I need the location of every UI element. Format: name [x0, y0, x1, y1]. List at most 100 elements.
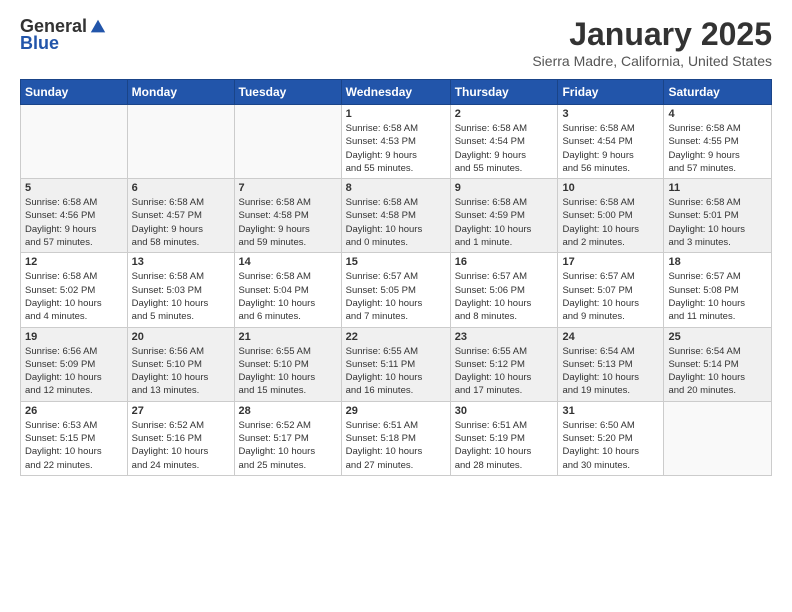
- day-number: 22: [346, 331, 446, 343]
- day-number: 31: [562, 405, 659, 417]
- calendar-cell: 24 Sunrise: 6:54 AM Sunset: 5:13 PM Dayli…: [558, 327, 664, 401]
- day-info: Sunrise: 6:57 AM Sunset: 5:06 PM Dayligh…: [455, 270, 554, 323]
- header: General Blue January 2025 Sierra Madre, …: [20, 16, 772, 69]
- day-info: Sunrise: 6:58 AM Sunset: 5:03 PM Dayligh…: [132, 270, 230, 323]
- calendar-cell: 17 Sunrise: 6:57 AM Sunset: 5:07 PM Dayli…: [558, 253, 664, 327]
- logo-icon: [89, 18, 107, 36]
- day-number: 14: [239, 256, 337, 268]
- calendar-week-row: 5 Sunrise: 6:58 AM Sunset: 4:56 PM Daylig…: [21, 179, 772, 253]
- day-info: Sunrise: 6:58 AM Sunset: 4:54 PM Dayligh…: [562, 122, 659, 175]
- day-number: 16: [455, 256, 554, 268]
- calendar-cell: [21, 105, 128, 179]
- weekday-header-row: Sunday Monday Tuesday Wednesday Thursday…: [21, 80, 772, 105]
- day-info: Sunrise: 6:57 AM Sunset: 5:05 PM Dayligh…: [346, 270, 446, 323]
- day-info: Sunrise: 6:55 AM Sunset: 5:12 PM Dayligh…: [455, 345, 554, 398]
- day-info: Sunrise: 6:58 AM Sunset: 4:57 PM Dayligh…: [132, 196, 230, 249]
- calendar-cell: 25Sunrise: 6:54 AM Sunset: 5:14 PM Dayli…: [664, 327, 772, 401]
- calendar-cell: 14 Sunrise: 6:58 AM Sunset: 5:04 PM Dayli…: [234, 253, 341, 327]
- day-info: Sunrise: 6:58 AM Sunset: 5:01 PM Dayligh…: [668, 196, 767, 249]
- day-info: Sunrise: 6:58 AM Sunset: 4:53 PM Dayligh…: [346, 122, 446, 175]
- calendar-cell: 30 Sunrise: 6:51 AM Sunset: 5:19 PM Dayli…: [450, 401, 558, 475]
- day-info: Sunrise: 6:51 AM Sunset: 5:19 PM Dayligh…: [455, 419, 554, 472]
- day-number: 13: [132, 256, 230, 268]
- calendar-cell: [127, 105, 234, 179]
- location-title: Sierra Madre, California, United States: [532, 53, 772, 69]
- day-number: 6: [132, 182, 230, 194]
- day-info: Sunrise: 6:58 AM Sunset: 5:04 PM Dayligh…: [239, 270, 337, 323]
- day-info: Sunrise: 6:58 AM Sunset: 4:56 PM Dayligh…: [25, 196, 123, 249]
- day-number: 15: [346, 256, 446, 268]
- day-number: 27: [132, 405, 230, 417]
- day-info: Sunrise: 6:58 AM Sunset: 4:55 PM Dayligh…: [668, 122, 767, 175]
- calendar-cell: 11 Sunrise: 6:58 AM Sunset: 5:01 PM Dayli…: [664, 179, 772, 253]
- calendar-cell: [234, 105, 341, 179]
- calendar-table: Sunday Monday Tuesday Wednesday Thursday…: [20, 79, 772, 476]
- day-number: 11: [668, 182, 767, 194]
- day-info: Sunrise: 6:52 AM Sunset: 5:16 PM Dayligh…: [132, 419, 230, 472]
- calendar-cell: 9 Sunrise: 6:58 AM Sunset: 4:59 PM Daylig…: [450, 179, 558, 253]
- calendar-week-row: 26 Sunrise: 6:53 AM Sunset: 5:15 PM Dayli…: [21, 401, 772, 475]
- day-info: Sunrise: 6:55 AM Sunset: 5:10 PM Dayligh…: [239, 345, 337, 398]
- calendar-cell: 4 Sunrise: 6:58 AM Sunset: 4:55 PM Daylig…: [664, 105, 772, 179]
- day-info: Sunrise: 6:58 AM Sunset: 4:58 PM Dayligh…: [346, 196, 446, 249]
- month-title: January 2025: [532, 16, 772, 53]
- calendar-cell: 13 Sunrise: 6:58 AM Sunset: 5:03 PM Dayli…: [127, 253, 234, 327]
- day-number: 23: [455, 331, 554, 343]
- calendar-cell: 27 Sunrise: 6:52 AM Sunset: 5:16 PM Dayli…: [127, 401, 234, 475]
- calendar-cell: 16 Sunrise: 6:57 AM Sunset: 5:06 PM Dayli…: [450, 253, 558, 327]
- day-number: 3: [562, 108, 659, 120]
- calendar-week-row: 1Sunrise: 6:58 AM Sunset: 4:53 PM Daylig…: [21, 105, 772, 179]
- calendar-cell: 28 Sunrise: 6:52 AM Sunset: 5:17 PM Dayli…: [234, 401, 341, 475]
- day-number: 28: [239, 405, 337, 417]
- calendar-cell: 18 Sunrise: 6:57 AM Sunset: 5:08 PM Dayli…: [664, 253, 772, 327]
- day-info: Sunrise: 6:58 AM Sunset: 4:54 PM Dayligh…: [455, 122, 554, 175]
- day-number: 9: [455, 182, 554, 194]
- day-number: 17: [562, 256, 659, 268]
- calendar-cell: 12Sunrise: 6:58 AM Sunset: 5:02 PM Dayli…: [21, 253, 128, 327]
- header-tuesday: Tuesday: [234, 80, 341, 105]
- day-info: Sunrise: 6:53 AM Sunset: 5:15 PM Dayligh…: [25, 419, 123, 472]
- header-wednesday: Wednesday: [341, 80, 450, 105]
- calendar-cell: 29 Sunrise: 6:51 AM Sunset: 5:18 PM Dayli…: [341, 401, 450, 475]
- day-number: 2: [455, 108, 554, 120]
- calendar-cell: 10Sunrise: 6:58 AM Sunset: 5:00 PM Dayli…: [558, 179, 664, 253]
- day-info: Sunrise: 6:58 AM Sunset: 4:58 PM Dayligh…: [239, 196, 337, 249]
- day-info: Sunrise: 6:50 AM Sunset: 5:20 PM Dayligh…: [562, 419, 659, 472]
- calendar-cell: 15 Sunrise: 6:57 AM Sunset: 5:05 PM Dayli…: [341, 253, 450, 327]
- day-info: Sunrise: 6:58 AM Sunset: 5:00 PM Dayligh…: [562, 196, 659, 249]
- calendar-cell: 2 Sunrise: 6:58 AM Sunset: 4:54 PM Daylig…: [450, 105, 558, 179]
- calendar-cell: 21 Sunrise: 6:55 AM Sunset: 5:10 PM Dayli…: [234, 327, 341, 401]
- day-info: Sunrise: 6:58 AM Sunset: 4:59 PM Dayligh…: [455, 196, 554, 249]
- calendar-cell: 23 Sunrise: 6:55 AM Sunset: 5:12 PM Dayli…: [450, 327, 558, 401]
- day-number: 25: [668, 331, 767, 343]
- day-info: Sunrise: 6:55 AM Sunset: 5:11 PM Dayligh…: [346, 345, 446, 398]
- day-number: 4: [668, 108, 767, 120]
- day-number: 21: [239, 331, 337, 343]
- day-number: 20: [132, 331, 230, 343]
- logo: General Blue: [20, 16, 107, 54]
- calendar-cell: 6 Sunrise: 6:58 AM Sunset: 4:57 PM Daylig…: [127, 179, 234, 253]
- day-number: 26: [25, 405, 123, 417]
- header-thursday: Thursday: [450, 80, 558, 105]
- day-number: 29: [346, 405, 446, 417]
- title-section: January 2025 Sierra Madre, California, U…: [532, 16, 772, 69]
- header-friday: Friday: [558, 80, 664, 105]
- header-saturday: Saturday: [664, 80, 772, 105]
- day-info: Sunrise: 6:52 AM Sunset: 5:17 PM Dayligh…: [239, 419, 337, 472]
- day-number: 30: [455, 405, 554, 417]
- header-monday: Monday: [127, 80, 234, 105]
- calendar-week-row: 12Sunrise: 6:58 AM Sunset: 5:02 PM Dayli…: [21, 253, 772, 327]
- day-info: Sunrise: 6:54 AM Sunset: 5:13 PM Dayligh…: [562, 345, 659, 398]
- day-info: Sunrise: 6:56 AM Sunset: 5:09 PM Dayligh…: [25, 345, 123, 398]
- day-info: Sunrise: 6:51 AM Sunset: 5:18 PM Dayligh…: [346, 419, 446, 472]
- day-number: 12: [25, 256, 123, 268]
- day-number: 18: [668, 256, 767, 268]
- day-info: Sunrise: 6:57 AM Sunset: 5:07 PM Dayligh…: [562, 270, 659, 323]
- header-sunday: Sunday: [21, 80, 128, 105]
- calendar-cell: 3 Sunrise: 6:58 AM Sunset: 4:54 PM Daylig…: [558, 105, 664, 179]
- day-number: 24: [562, 331, 659, 343]
- calendar-cell: 20Sunrise: 6:56 AM Sunset: 5:10 PM Dayli…: [127, 327, 234, 401]
- day-number: 5: [25, 182, 123, 194]
- day-info: Sunrise: 6:57 AM Sunset: 5:08 PM Dayligh…: [668, 270, 767, 323]
- calendar-cell: 1Sunrise: 6:58 AM Sunset: 4:53 PM Daylig…: [341, 105, 450, 179]
